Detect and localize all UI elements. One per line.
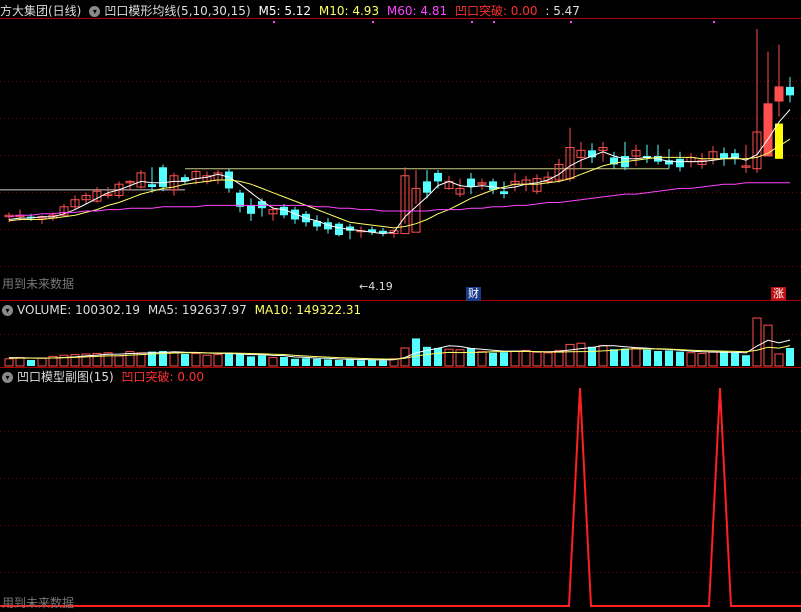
volume-bar (786, 348, 794, 366)
candle-body (258, 201, 266, 209)
signal-dot (273, 21, 275, 23)
volume-bar (258, 355, 266, 366)
volume-bar (621, 348, 629, 366)
candle-body (763, 103, 773, 157)
candle-body (335, 223, 343, 235)
chevron-down-icon[interactable]: ▾ (89, 6, 101, 17)
m5-value: M5: 5.12 (258, 4, 312, 18)
low-price-value: 4.19 (368, 280, 393, 293)
candle-body (159, 167, 167, 188)
volume-header: ▾ VOLUME: 100302.19 MA5: 192637.97 MA10: … (0, 301, 365, 319)
volume-bar (27, 360, 35, 366)
chevron-down-icon[interactable]: ▾ (2, 372, 13, 383)
signal-dot (713, 21, 715, 23)
volume-bar (247, 356, 255, 366)
volume-bar (335, 360, 343, 366)
volume-bar (236, 354, 244, 366)
volume-bar (357, 360, 365, 366)
signal-dot (570, 21, 572, 23)
volume-bar (610, 349, 618, 366)
volume-bar (742, 355, 750, 366)
candle-body (676, 158, 684, 168)
sub-indicator-name[interactable]: 凹口模型副图(15) (17, 370, 114, 384)
signal-dot (372, 21, 374, 23)
volume-bar (489, 352, 497, 366)
ma10-value: MA10: 149322.31 (254, 303, 362, 317)
candle-body (774, 86, 784, 102)
volume-bar (368, 360, 376, 366)
volume-value: VOLUME: 100302.19 (17, 303, 140, 317)
m10-value: M10: 4.93 (318, 4, 380, 18)
candle-body (489, 181, 497, 190)
candle-body (236, 192, 244, 207)
breakout-highlight (775, 123, 783, 159)
sub-breakout-value: 凹口突破: 0.00 (121, 370, 205, 384)
candle-body (434, 172, 442, 182)
candle-body (500, 191, 508, 195)
volume-bar (720, 351, 728, 366)
indicator-name[interactable]: 凹口模形均线(5,10,30,15) (104, 4, 250, 18)
price-header: 方大集团(日线) ▾ 凹口模形均线(5,10,30,15) M5: 5.12 M10… (0, 2, 584, 20)
volume-bar (467, 348, 475, 366)
volume-bar (302, 358, 310, 366)
candle-body (467, 178, 475, 188)
rise-tag[interactable]: 涨 (771, 287, 786, 301)
sub-header: ▾ 凹口模型副图(15) 凹口突破: 0.00 (0, 368, 208, 386)
volume-bar (434, 348, 442, 366)
volume-bar (291, 358, 299, 366)
signal-dot (471, 21, 473, 23)
chevron-down-icon[interactable]: ▾ (2, 305, 13, 316)
watermark-text: 用到未来数据 (2, 277, 75, 291)
watermark-text: 用到未来数据 (2, 596, 75, 610)
volume-bar (588, 346, 596, 366)
volume-bar (346, 359, 354, 366)
candle-body (247, 205, 255, 214)
finance-tag[interactable]: 财 (466, 287, 481, 301)
candle-body (423, 181, 431, 193)
volume-bar (225, 352, 233, 366)
signal-dot (493, 21, 495, 23)
volume-bar (665, 350, 673, 366)
low-price-marker: ←4.19 (359, 280, 393, 293)
m60-value: M60: 4.81 (386, 4, 448, 18)
volume-bar (181, 354, 189, 366)
ma5-value: MA5: 192637.97 (147, 303, 247, 317)
stock-name: 方大集团(日线) (0, 4, 82, 18)
volume-bar (500, 352, 508, 366)
volume-bar (731, 352, 739, 366)
candle-body (148, 184, 156, 188)
breakout-value: 凹口突破: 0.00 (454, 4, 538, 18)
volume-bar (654, 351, 662, 366)
volume-bar (313, 358, 321, 366)
volume-bar (280, 357, 288, 366)
volume-bar (379, 360, 387, 366)
volume-bar (676, 351, 684, 366)
volume-bar (324, 359, 332, 366)
price-value: : 5.47 (545, 4, 580, 18)
volume-bar (643, 349, 651, 366)
candle-body (786, 86, 794, 96)
